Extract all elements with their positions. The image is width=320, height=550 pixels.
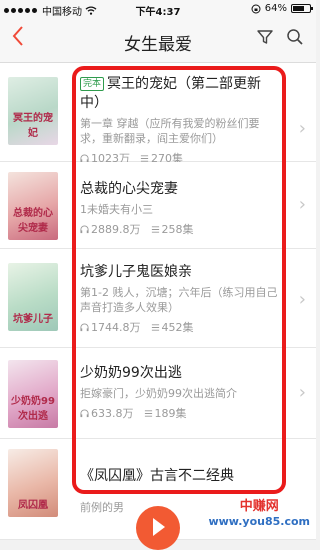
chevron-right-icon: › [298, 382, 306, 403]
book-description: 第1-2 贱人，沉塘；六年后（练习用自己声音打造多人效果） [80, 286, 278, 314]
lock-rotation-icon [251, 4, 261, 13]
book-title: 《凤囚凰》古言不二经典 [80, 468, 234, 484]
book-title: 总裁的心尖宠妻 [80, 181, 178, 197]
book-cover: 坑爹儿子 [8, 263, 58, 331]
list-item[interactable]: 总裁的心尖宠妻 总裁的心尖宠妻 1未婚夫有小三 2889.8万 258集 › [0, 162, 316, 249]
status-badge: 完本 [80, 77, 105, 91]
filter-icon [257, 30, 273, 44]
chevron-right-icon: › [298, 289, 306, 310]
nav-bar: 女生最爱 [0, 18, 316, 63]
battery-icon [291, 4, 313, 13]
chevron-right-icon: › [298, 118, 306, 139]
book-description: 拒嫁豪门，少奶奶99次出逃简介 [80, 387, 237, 400]
headphones-icon [80, 408, 89, 417]
book-description: 1未婚夫有小三 [80, 203, 153, 216]
watermark-url: www.you85.com [208, 515, 310, 528]
play-count: 633.8万 [80, 405, 134, 421]
chevron-right-icon: › [298, 194, 306, 215]
list-item[interactable]: 少奶奶99次出逃 少奶奶99次出逃 拒嫁豪门，少奶奶99次出逃简介 633.8万… [0, 348, 316, 439]
headphones-icon [80, 322, 89, 331]
book-cover: 少奶奶99次出逃 [8, 360, 58, 428]
play-count: 2889.8万 [80, 221, 141, 237]
play-button[interactable] [136, 506, 180, 550]
book-title: 坑爹儿子鬼医娘亲 [80, 264, 192, 280]
book-description: 第一章 穿越（应所有我爱的粉丝们要求，重新翻录，阎主爱你们） [80, 117, 260, 145]
battery-percent: 64% [264, 3, 287, 14]
list-icon [151, 225, 159, 233]
book-cover: 冥王的宠妃 [8, 77, 58, 145]
episode-count: 258集 [151, 221, 194, 237]
list-icon [144, 409, 152, 417]
list-item[interactable]: 冥王的宠妃 完本 冥王的宠妃（第二部更新中） 第一章 穿越（应所有我爱的粉丝们要求… [0, 63, 316, 165]
book-cover: 总裁的心尖宠妻 [8, 172, 58, 240]
watermark: 中赚网 www.you85.com [208, 499, 310, 529]
list-item[interactable]: 坑爹儿子 坑爹儿子鬼医娘亲 第1-2 贱人，沉塘；六年后（练习用自己声音打造多人… [0, 249, 316, 348]
list-icon [151, 323, 159, 331]
book-title: 少奶奶99次出逃 [80, 365, 182, 381]
play-count: 1744.8万 [80, 319, 141, 335]
book-cover: 凤囚凰 [8, 449, 58, 517]
search-icon [287, 29, 303, 45]
episode-count: 189集 [144, 405, 187, 421]
search-button[interactable] [286, 28, 304, 50]
episode-count: 452集 [151, 319, 194, 335]
watermark-title: 中赚网 [239, 499, 279, 514]
filter-button[interactable] [256, 28, 274, 50]
headphones-icon [80, 224, 89, 233]
status-bar: 中国移动 下午4:37 64% [0, 0, 316, 18]
book-title: 完本 冥王的宠妃（第二部更新中） [80, 76, 262, 111]
